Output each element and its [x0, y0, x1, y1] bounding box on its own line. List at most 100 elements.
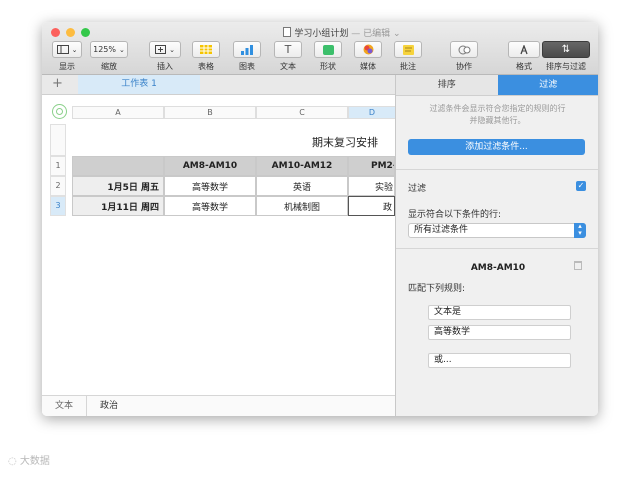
cell-value-field[interactable]: 政治: [100, 396, 118, 416]
shape-button[interactable]: [314, 41, 342, 58]
column-header-b[interactable]: B: [164, 106, 256, 119]
document-icon: [283, 27, 292, 37]
toolbar: 学习小组计划 — 已编辑 ⌄ ⌄ 显示 125% ⌄ 缩放 ⌄ 插入 表格 图表…: [42, 22, 598, 75]
table-handle-icon[interactable]: [52, 104, 67, 119]
row-header-1[interactable]: 1: [50, 156, 66, 176]
divider: [396, 248, 598, 249]
chart-button[interactable]: [233, 41, 261, 58]
table-header-cell[interactable]: AM8-AM10: [164, 156, 256, 176]
watermark: ◌ 大数据: [8, 456, 50, 467]
table-row-header-cell[interactable]: 1月11日 周四: [72, 196, 164, 216]
trash-icon[interactable]: [574, 261, 582, 270]
tab-sort[interactable]: 排序: [396, 75, 498, 96]
table-header-cell[interactable]: AM10-AM12: [256, 156, 348, 176]
row-header-title[interactable]: [50, 124, 66, 156]
show-rows-select[interactable]: 所有过滤条件 ▴ ▾: [408, 223, 586, 238]
sheet-area: + 工作表 1 A B C D 1 2 3 期末复习安排 AM8-AM10 AM…: [42, 75, 396, 416]
zoom-tool[interactable]: 125% ⌄ 缩放: [90, 41, 128, 72]
table-tool[interactable]: 表格: [192, 41, 220, 72]
media-label: 媒体: [360, 62, 376, 71]
insert-tool[interactable]: ⌄ 插入: [149, 41, 181, 72]
comment-icon: [402, 44, 414, 55]
window-title: 学习小组计划 — 已编辑 ⌄: [242, 26, 442, 39]
add-sheet-icon[interactable]: +: [52, 77, 63, 91]
shape-label: 形状: [320, 62, 336, 71]
comment-label: 批注: [400, 62, 416, 71]
table-label: 表格: [198, 62, 214, 71]
table-cell[interactable]: 高等数学: [164, 196, 256, 216]
media-button[interactable]: [354, 41, 382, 58]
collaborate-tool[interactable]: 协作: [450, 41, 478, 72]
app-window: 学习小组计划 — 已编辑 ⌄ ⌄ 显示 125% ⌄ 缩放 ⌄ 插入 表格 图表…: [42, 22, 598, 416]
zoom-label: 缩放: [101, 62, 117, 71]
cell-info-bar: 文本 政治: [42, 395, 395, 416]
chart-label: 图表: [239, 62, 255, 71]
collaborate-button[interactable]: [450, 41, 478, 58]
sort-filter-panel: 排序 过滤 过滤条件会显示符合您指定的规则的行 并隐藏其他行。 添加过滤条件..…: [395, 75, 598, 416]
table-cell[interactable]: 高等数学: [164, 176, 256, 196]
table-button[interactable]: [192, 41, 220, 58]
sort-arrows-icon: ⇅: [561, 44, 571, 55]
show-rows-label: 显示符合以下条件的行:: [408, 210, 502, 220]
table-cell[interactable]: 实验: [348, 176, 395, 196]
add-filter-button[interactable]: 添加过滤条件...: [408, 139, 585, 155]
column-header-a[interactable]: A: [72, 106, 164, 119]
chevron-down-icon: ⌄: [71, 45, 78, 54]
filter-rule-card: AM8-AM10 匹配下列规则: 文本是 高等数学 或...: [406, 255, 590, 375]
or-rule-button[interactable]: 或...: [428, 353, 571, 368]
rule-condition-select[interactable]: 文本是: [428, 305, 571, 320]
divider: [396, 169, 598, 170]
select-arrows-icon: ▴ ▾: [574, 223, 586, 238]
view-label: 显示: [59, 62, 75, 71]
column-header-c[interactable]: C: [256, 106, 348, 119]
shape-tool[interactable]: 形状: [314, 41, 342, 72]
window-controls: [51, 28, 90, 37]
selected-cell[interactable]: 政: [348, 196, 395, 216]
column-header-d[interactable]: D: [348, 106, 396, 119]
insert-button[interactable]: ⌄: [149, 41, 181, 58]
text-tool[interactable]: T 文本: [274, 41, 302, 72]
zoom-window-button[interactable]: [81, 28, 90, 37]
table-cell[interactable]: 机械制图: [256, 196, 348, 216]
rule-column-title: AM8-AM10: [470, 263, 526, 273]
format-button[interactable]: [508, 41, 540, 58]
text-icon: T: [284, 43, 292, 56]
cell-format-label[interactable]: 文本: [42, 396, 87, 416]
view-sidebar-icon: [56, 45, 69, 54]
table-header-cell[interactable]: [72, 156, 164, 176]
sort-filter-label: 排序与过滤: [546, 62, 586, 71]
rule-value-input[interactable]: 高等数学: [428, 325, 571, 340]
match-rules-label: 匹配下列规则:: [408, 284, 466, 294]
view-button[interactable]: ⌄: [52, 41, 82, 58]
comment-button[interactable]: [394, 41, 422, 58]
format-tool[interactable]: 格式: [508, 41, 540, 72]
sort-filter-button[interactable]: ⇅: [542, 41, 590, 58]
tab-sheet-1[interactable]: 工作表 1: [78, 75, 200, 94]
filter-checkbox[interactable]: ✓: [576, 181, 586, 191]
media-tool[interactable]: 媒体: [354, 41, 382, 72]
comment-tool[interactable]: 批注: [394, 41, 422, 72]
sort-filter-tool[interactable]: ⇅ 排序与过滤: [542, 41, 590, 72]
media-icon: [363, 44, 373, 55]
collaborate-label: 协作: [456, 62, 472, 71]
format-label: 格式: [516, 62, 532, 71]
minimize-button[interactable]: [66, 28, 75, 37]
filter-description: 过滤条件会显示符合您指定的规则的行 并隐藏其他行。: [429, 104, 566, 125]
row-header-2[interactable]: 2: [50, 176, 66, 196]
zoom-select[interactable]: 125% ⌄: [90, 41, 128, 58]
row-header-3[interactable]: 3: [50, 196, 66, 216]
table-title[interactable]: 期末复习安排: [312, 134, 378, 150]
chart-tool[interactable]: 图表: [233, 41, 261, 72]
zoom-value: 125%: [93, 45, 116, 54]
chevron-down-icon: ⌄: [119, 45, 125, 54]
chart-icon: [241, 44, 253, 55]
table-row-header-cell[interactable]: 1月5日 周五: [72, 176, 164, 196]
chevron-down-icon[interactable]: ⌄: [393, 29, 401, 39]
panel-tabs: 排序 过滤: [396, 75, 598, 96]
tab-filter[interactable]: 过滤: [497, 75, 598, 96]
table-header-cell[interactable]: PM2-: [348, 156, 395, 176]
text-button[interactable]: T: [274, 41, 302, 58]
view-tool[interactable]: ⌄ 显示: [52, 41, 82, 72]
table-cell[interactable]: 英语: [256, 176, 348, 196]
close-button[interactable]: [51, 28, 60, 37]
